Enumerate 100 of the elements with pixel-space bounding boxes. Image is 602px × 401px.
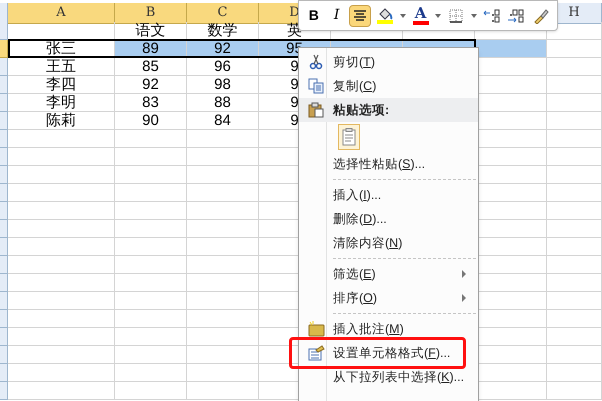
- table-cell: [547, 364, 602, 382]
- row-header[interactable]: [0, 274, 8, 292]
- select-all-corner[interactable]: [0, 3, 8, 24]
- column-header[interactable]: A: [8, 3, 115, 24]
- menu-item[interactable]: 删除(D)...: [299, 207, 478, 231]
- decimal-arrow-icon: [507, 8, 526, 22]
- row-header[interactable]: [0, 238, 8, 256]
- table-cell: [547, 274, 602, 292]
- caret-icon: [400, 14, 406, 18]
- table-cell: [547, 328, 602, 346]
- table-cell: 85: [115, 58, 187, 76]
- table-cell: [115, 364, 187, 382]
- row-header[interactable]: [0, 328, 8, 346]
- table-cell: [547, 382, 602, 400]
- table-cell: [115, 346, 187, 364]
- row-header[interactable]: [0, 40, 8, 58]
- copy-icon: [308, 78, 324, 94]
- note-icon: [308, 321, 324, 337]
- caret-icon: [470, 14, 477, 18]
- format-cells-icon: [308, 345, 324, 361]
- row-header[interactable]: [0, 184, 8, 202]
- table-cell: [547, 292, 602, 310]
- table-cell: [547, 346, 602, 364]
- table-cell: [115, 292, 187, 310]
- table-cell: 84: [187, 112, 259, 130]
- column-header[interactable]: B: [115, 3, 187, 24]
- decimal-arrow-icon: [482, 8, 501, 22]
- row-header[interactable]: [0, 130, 8, 148]
- row-header[interactable]: [0, 112, 8, 130]
- table-cell: 陈莉: [8, 112, 115, 130]
- row-header[interactable]: [0, 94, 8, 112]
- table-cell: [547, 76, 602, 94]
- paste-option-button[interactable]: [338, 124, 360, 150]
- row-header[interactable]: [0, 22, 8, 40]
- scissors-icon: [308, 54, 324, 70]
- table-cell: 96: [187, 58, 259, 76]
- paintbrush-icon: [533, 8, 550, 24]
- table-cell: [115, 184, 187, 202]
- table-cell: [115, 130, 187, 148]
- table-cell: [115, 220, 187, 238]
- table-cell: [115, 256, 187, 274]
- row-header[interactable]: [0, 148, 8, 166]
- table-cell: [547, 310, 602, 328]
- table-cell: [115, 202, 187, 220]
- row-header[interactable]: [0, 382, 8, 400]
- menu-item[interactable]: 插入(I)...: [299, 183, 478, 207]
- row-header[interactable]: [0, 202, 8, 220]
- align-center-icon: [353, 10, 368, 22]
- menu-item[interactable]: 设置单元格格式(F)...: [299, 341, 478, 365]
- table-cell: [115, 148, 187, 166]
- row-header[interactable]: [0, 364, 8, 382]
- table-cell: 88: [187, 94, 259, 112]
- table-cell: 李明: [8, 94, 115, 112]
- table-cell: [547, 184, 602, 202]
- table-cell: [115, 310, 187, 328]
- row-header[interactable]: [0, 256, 8, 274]
- menu-item[interactable]: 从下拉列表中选择(K)...: [299, 365, 478, 389]
- table-cell: [115, 238, 187, 256]
- row-header[interactable]: [0, 292, 8, 310]
- clipboard-icon: [342, 128, 356, 146]
- table-cell: [547, 148, 602, 166]
- menu-item[interactable]: 筛选(E): [299, 262, 478, 286]
- table-cell: 98: [187, 76, 259, 94]
- table-cell: [115, 274, 187, 292]
- paint-bucket-icon: [377, 8, 394, 20]
- column-header[interactable]: C: [187, 3, 259, 24]
- table-cell: 李四: [8, 76, 115, 94]
- menu-item[interactable]: 排序(O): [299, 286, 478, 310]
- table-cell: [547, 130, 602, 148]
- table-cell: 王五: [8, 58, 115, 76]
- table-cell: 90: [115, 112, 187, 130]
- table-cell: [547, 238, 602, 256]
- table-cell: [115, 166, 187, 184]
- menu-item[interactable]: 选择性粘贴(S)...: [299, 152, 478, 176]
- table-cell: [547, 94, 602, 112]
- table-cell: [547, 256, 602, 274]
- table-cell: 语文: [115, 22, 187, 40]
- row-header[interactable]: [0, 166, 8, 184]
- table-cell: [115, 328, 187, 346]
- table-cell: [547, 58, 602, 76]
- row-header[interactable]: [0, 58, 8, 76]
- row-header[interactable]: [0, 76, 8, 94]
- menu-item[interactable]: 插入批注(M): [299, 317, 478, 341]
- row-header[interactable]: [0, 346, 8, 364]
- row-header[interactable]: [0, 310, 8, 328]
- table-cell: [547, 40, 602, 58]
- clipboard-icon: [308, 102, 324, 118]
- table-cell: [547, 220, 602, 238]
- menu-item[interactable]: 清除内容(N): [299, 231, 478, 255]
- table-cell: [475, 40, 547, 58]
- table-cell: [115, 382, 187, 400]
- font-color-button[interactable]: A: [410, 4, 432, 26]
- table-cell: [547, 166, 602, 184]
- table-cell: 数学: [187, 22, 259, 40]
- table-cell: 92: [115, 76, 187, 94]
- table-cell: 83: [115, 94, 187, 112]
- align-center-button[interactable]: [349, 4, 372, 26]
- border-grid-icon: [449, 8, 464, 22]
- row-header[interactable]: [0, 220, 8, 238]
- table-cell: [547, 202, 602, 220]
